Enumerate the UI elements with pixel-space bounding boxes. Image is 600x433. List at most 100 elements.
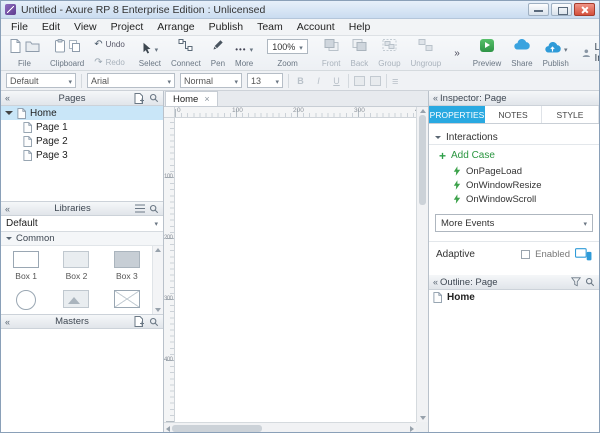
page-icon (23, 150, 32, 161)
select-tool-button[interactable]: Select (134, 37, 166, 69)
library-section-common[interactable]: Common (1, 232, 163, 246)
font-family-select[interactable]: Arial (87, 73, 175, 88)
outline-item-home[interactable]: Home (429, 290, 599, 305)
library-select[interactable]: Default (1, 216, 163, 232)
font-weight-select[interactable]: Normal (180, 73, 242, 88)
share-button[interactable]: Share (506, 37, 537, 69)
chevron-down-icon (234, 76, 238, 86)
tab-home[interactable]: Home × (165, 91, 218, 106)
font-size-select[interactable]: 13 (247, 73, 283, 88)
maximize-button[interactable] (551, 3, 572, 16)
tab-close-icon[interactable]: × (204, 94, 209, 104)
event-onpageload[interactable]: OnPageLoad (429, 164, 599, 178)
menu-view[interactable]: View (67, 20, 104, 34)
menu-team[interactable]: Team (250, 20, 290, 34)
add-case-link[interactable]: + Add Case (429, 145, 599, 164)
page-item-page1[interactable]: Page 1 (1, 120, 163, 134)
widget-box3[interactable]: Box 3 (102, 248, 152, 281)
zoom-select[interactable]: 100% (267, 39, 308, 54)
publish-button[interactable]: Publish (538, 37, 574, 69)
widget-style-select[interactable]: Default (6, 73, 76, 88)
menu-arrange[interactable]: Arrange (150, 20, 201, 34)
pen-tool-button[interactable]: Pen (206, 37, 230, 69)
tab-properties[interactable]: PROPERTIES (429, 106, 485, 123)
page-icon (17, 108, 26, 119)
italic-icon[interactable] (312, 76, 325, 86)
adaptive-views-icon[interactable] (575, 248, 592, 261)
close-button[interactable] (574, 3, 595, 16)
search-icon[interactable] (585, 277, 595, 287)
scrollbar-thumb[interactable] (172, 425, 262, 432)
front-button[interactable]: Front (317, 37, 346, 69)
more-dots-icon (235, 39, 246, 57)
enabled-label: Enabled (535, 249, 570, 260)
widget-ellipse[interactable] (1, 287, 51, 310)
connect-tool-button[interactable]: Connect (166, 37, 206, 69)
chevron-down-icon (68, 76, 72, 86)
more-tools-button[interactable]: More (230, 37, 258, 69)
scrollbar-thumb[interactable] (419, 115, 426, 205)
login-button[interactable]: Log In (574, 42, 600, 64)
page-item-label: Page 1 (36, 122, 68, 133)
menu-project[interactable]: Project (104, 20, 151, 34)
interactions-section-header[interactable]: Interactions (429, 130, 599, 145)
widget-image[interactable] (51, 287, 101, 310)
search-icon[interactable] (149, 93, 159, 103)
undo-button[interactable]: Undo (94, 39, 125, 50)
add-page-icon[interactable] (134, 93, 145, 104)
widget-box2[interactable]: Box 2 (51, 248, 101, 281)
toolbar-overflow-button[interactable]: » (450, 48, 464, 59)
axure-app-icon (5, 4, 16, 15)
group-button[interactable]: Group (373, 37, 405, 69)
page-item-home[interactable]: Home (1, 106, 163, 120)
menu-help[interactable]: Help (342, 20, 378, 34)
search-icon[interactable] (149, 317, 159, 327)
chevron-down-icon (167, 76, 171, 86)
minimize-button[interactable] (528, 3, 549, 16)
libraries-scrollbar[interactable] (152, 246, 163, 314)
align-text-icon[interactable] (392, 72, 398, 90)
vertical-scrollbar[interactable] (416, 107, 428, 422)
filter-funnel-icon[interactable] (571, 277, 581, 287)
event-label: OnWindowScroll (466, 194, 536, 205)
widget-placeholder[interactable] (102, 287, 152, 310)
tab-notes[interactable]: NOTES (485, 106, 542, 123)
window-title: Untitled - Axure RP 8 Enterprise Edition… (21, 4, 528, 16)
clipboard-group[interactable]: Clipboard (45, 37, 89, 69)
library-menu-icon[interactable] (135, 204, 145, 213)
box3-shape-icon (114, 251, 140, 268)
more-events-select[interactable]: More Events (435, 214, 593, 232)
fill-color-swatch[interactable] (354, 76, 365, 86)
menu-edit[interactable]: Edit (35, 20, 67, 34)
ruler-mark: 200 (164, 235, 173, 241)
file-group[interactable]: File (4, 37, 45, 69)
ungroup-button[interactable]: Ungroup (406, 37, 447, 69)
redo-button[interactable]: Redo (94, 57, 125, 68)
bold-icon[interactable] (294, 76, 307, 86)
add-master-icon[interactable] (134, 316, 145, 327)
libraries-panel-header: « Libraries (1, 201, 163, 216)
vertical-ruler: 100 200 300 400 (164, 118, 175, 422)
event-onwindowresize[interactable]: OnWindowResize (429, 178, 599, 192)
underline-icon[interactable] (330, 76, 343, 86)
expand-triangle-icon[interactable] (5, 111, 13, 115)
menu-publish[interactable]: Publish (202, 20, 250, 34)
redo-icon (94, 57, 102, 68)
preview-button[interactable]: Preview (468, 37, 506, 69)
menu-account[interactable]: Account (290, 20, 342, 34)
menu-file[interactable]: File (4, 20, 35, 34)
event-onwindowscroll[interactable]: OnWindowScroll (429, 192, 599, 206)
pages-panel-header: « Pages (1, 91, 163, 106)
page-item-page3[interactable]: Page 3 (1, 148, 163, 162)
line-color-swatch[interactable] (370, 76, 381, 86)
page-item-label: Page 2 (36, 136, 68, 147)
design-canvas[interactable] (175, 118, 416, 422)
widget-box1[interactable]: Box 1 (1, 248, 51, 281)
back-button[interactable]: Back (345, 37, 373, 69)
adaptive-enabled-checkbox[interactable] (521, 250, 530, 259)
search-icon[interactable] (149, 204, 159, 214)
horizontal-scrollbar[interactable] (164, 422, 416, 433)
tab-style[interactable]: STYLE (542, 106, 599, 123)
page-item-page2[interactable]: Page 2 (1, 134, 163, 148)
interactions-label: Interactions (446, 132, 498, 143)
